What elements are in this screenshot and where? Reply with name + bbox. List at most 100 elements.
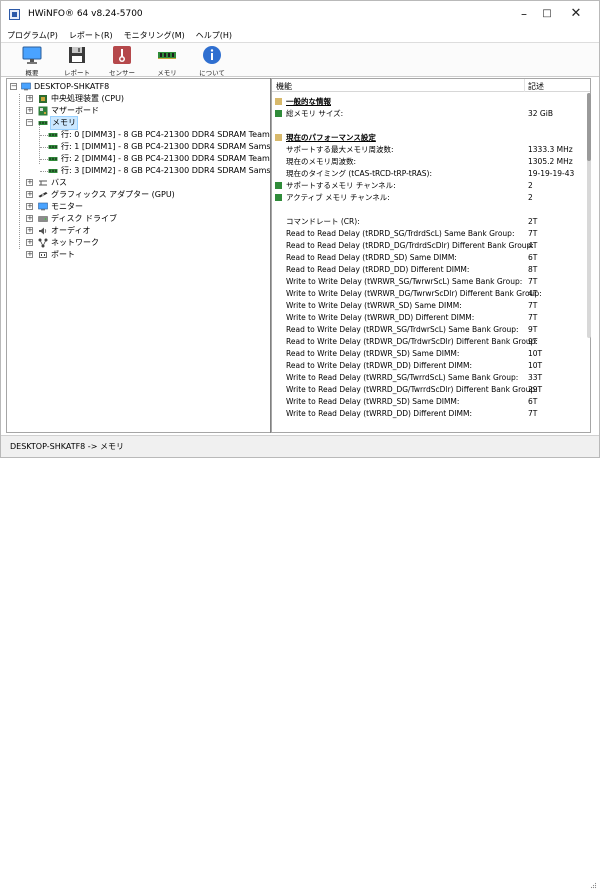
toolbar: 概要 レポート センサー メモリ について: [1, 42, 599, 77]
tree-item-dimm-row-2[interactable]: 行: 2 [DIMM4] - 8 GB PC4-21300 DDR4 SDRAM…: [48, 153, 270, 165]
detail-row[interactable]: Read to Write Delay (tRDWR_SG/TrdwrScL) …: [272, 324, 590, 336]
detail-row[interactable]: Write to Read Delay (tWRRD_DG/TwrrdScDlr…: [272, 384, 590, 396]
detail-label: アクティブ メモリ チャンネル:: [286, 193, 390, 202]
detail-row[interactable]: Read to Write Delay (tRDWR_SD) Same DIMM…: [272, 348, 590, 360]
tree-label-monitor: モニター: [51, 202, 83, 211]
detail-row[interactable]: サポートする最大メモリ周波数: 1333.3 MHz: [272, 144, 590, 156]
expand-motherboard-icon[interactable]: +: [26, 107, 33, 114]
title-bar[interactable]: HWiNFO® 64 v8.24-5700 – □ ✕: [1, 1, 599, 28]
detail-row[interactable]: サポートするメモリ チャンネル: 2: [272, 180, 590, 192]
detail-label: Read to Write Delay (tRDWR_DD) Different…: [286, 361, 473, 370]
expand-audio-icon[interactable]: +: [26, 227, 33, 234]
tree-item-bus[interactable]: + バス: [26, 177, 266, 189]
memory-small-icon: [275, 110, 282, 117]
tree-item-dimm-row-1[interactable]: 行: 1 [DIMM1] - 8 GB PC4-21300 DDR4 SDRAM…: [48, 141, 270, 153]
collapse-memory-icon[interactable]: −: [26, 119, 33, 126]
sensor-button[interactable]: センサー: [101, 45, 143, 77]
bus-icon: [39, 180, 47, 186]
detail-row[interactable]: Read to Write Delay (tRDWR_DD) Different…: [272, 360, 590, 372]
menu-monitoring[interactable]: モニタリング(M): [124, 30, 185, 41]
report-label: レポート: [64, 69, 90, 77]
tree-root-row[interactable]: − DESKTOP-SHKATF8: [10, 81, 265, 93]
detail-row[interactable]: Write to Write Delay (tWRWR_DD) Differen…: [272, 312, 590, 324]
detail-row[interactable]: Read to Read Delay (tRDRD_SD) Same DIMM:…: [272, 252, 590, 264]
tree-item-gpu[interactable]: + グラフィックス アダプター (GPU): [26, 189, 266, 201]
detail-row[interactable]: Read to Read Delay (tRDRD_DD) Different …: [272, 264, 590, 276]
detail-label: Write to Read Delay (tWRRD_SG/TwrrdScL) …: [286, 373, 519, 382]
detail-label: コマンドレート (CR):: [286, 217, 360, 226]
detail-label: Write to Write Delay (tWRWR_DD) Differen…: [286, 313, 475, 322]
detail-value: 2T: [528, 217, 538, 226]
report-button[interactable]: レポート: [56, 45, 98, 77]
detail-value: 7T: [528, 313, 538, 322]
tree-label-port: ポート: [51, 250, 75, 259]
tree-item-port[interactable]: + ポート: [26, 249, 266, 261]
expand-bus-icon[interactable]: +: [26, 179, 33, 186]
menu-bar: プログラム(P) レポート(R) モニタリング(M) ヘルプ(H): [1, 28, 599, 42]
resize-grip-icon[interactable]: [589, 882, 597, 890]
detail-value: 29T: [528, 385, 543, 394]
menu-report[interactable]: レポート(R): [69, 30, 113, 41]
detail-row[interactable]: Write to Write Delay (tWRWR_DG/TwrwrScDl…: [272, 288, 590, 300]
minimize-button[interactable]: –: [512, 6, 536, 22]
detail-row[interactable]: アクティブ メモリ チャンネル: 2: [272, 192, 590, 204]
detail-row[interactable]: Write to Read Delay (tWRRD_SD) Same DIMM…: [272, 396, 590, 408]
floppy-disk-icon: [69, 47, 85, 63]
detail-row[interactable]: 現在のタイミング (tCAS-tRCD-tRP-tRAS): 19-19-19-…: [272, 168, 590, 180]
detail-value: 4T: [528, 241, 538, 250]
detail-row[interactable]: Write to Write Delay (tWRWR_SG/TwrwrScL)…: [272, 276, 590, 288]
about-button[interactable]: について: [191, 45, 233, 77]
detail-value: 1305.2 MHz: [528, 157, 573, 166]
tree-item-memory[interactable]: − メモリ: [26, 116, 266, 130]
tree-label-bus: バス: [51, 178, 67, 187]
section-performance: 現在のパフォーマンス設定: [272, 132, 590, 144]
detail-row[interactable]: Write to Write Delay (tWRWR_SD) Same DIM…: [272, 300, 590, 312]
detail-label: Read to Read Delay (tRDRD_DD) Different …: [286, 265, 470, 274]
expand-monitor-icon[interactable]: +: [26, 203, 33, 210]
maximize-button[interactable]: □: [535, 6, 559, 22]
expand-cpu-icon[interactable]: +: [26, 95, 33, 102]
expand-port-icon[interactable]: +: [26, 251, 33, 258]
details-panel[interactable]: 機能 記述 一般的な情報 総メモリ サイズ: 32 GiB 現在のパフォーマンス…: [271, 78, 591, 433]
details-scrollbar-thumb[interactable]: [587, 93, 591, 161]
detail-row[interactable]: Read to Read Delay (tRDRD_DG/TrdrdScDlr)…: [272, 240, 590, 252]
detail-row[interactable]: 現在のメモリ周波数: 1305.2 MHz: [272, 156, 590, 168]
detail-row[interactable]: コマンドレート (CR): 2T: [272, 216, 590, 228]
expand-network-icon[interactable]: +: [26, 239, 33, 246]
detail-row[interactable]: Write to Read Delay (tWRRD_SG/TwrrdScL) …: [272, 372, 590, 384]
tree-item-audio[interactable]: + オーディオ: [26, 225, 266, 237]
value-column-header[interactable]: 記述: [528, 81, 544, 92]
expand-disk-icon[interactable]: +: [26, 215, 33, 222]
menu-help[interactable]: ヘルプ(H): [196, 30, 232, 41]
tree-item-monitor[interactable]: + モニター: [26, 201, 266, 213]
details-scrollbar[interactable]: [587, 93, 591, 338]
menu-program[interactable]: プログラム(P): [7, 30, 58, 41]
hwinfo-window: HWiNFO® 64 v8.24-5700 – □ ✕ プログラム(P) レポー…: [0, 0, 600, 889]
tree-label-network: ネットワーク: [51, 238, 99, 247]
tree-item-disk[interactable]: + ディスク ドライブ: [26, 213, 266, 225]
detail-row[interactable]: 総メモリ サイズ: 32 GiB: [272, 108, 590, 120]
tree-label-dimm-row-1: 行: 1 [DIMM1] - 8 GB PC4-21300 DDR4 SDRAM…: [61, 142, 271, 151]
memory-button[interactable]: メモリ: [146, 45, 188, 77]
detail-value: 9T: [528, 325, 538, 334]
device-tree-panel[interactable]: − DESKTOP-SHKATF8 + 中央処理装置 (CPU) + マザーボー…: [6, 78, 271, 433]
tree-item-motherboard[interactable]: + マザーボード: [26, 105, 266, 117]
detail-row[interactable]: Write to Read Delay (tWRRD_DD) Different…: [272, 408, 590, 420]
detail-row[interactable]: Read to Read Delay (tRDRD_SG/TrdrdScL) S…: [272, 228, 590, 240]
tree-item-network[interactable]: + ネットワーク: [26, 237, 266, 249]
summary-button[interactable]: 概要: [11, 45, 53, 77]
tree-item-dimm-row-3[interactable]: 行: 3 [DIMM2] - 8 GB PC4-21300 DDR4 SDRAM…: [48, 165, 270, 177]
detail-label: Write to Write Delay (tWRWR_DG/TwrwrScDl…: [286, 289, 542, 298]
collapse-root-icon[interactable]: −: [10, 83, 17, 90]
thermometer-icon: [113, 46, 131, 64]
close-button[interactable]: ✕: [564, 6, 588, 22]
detail-value: 2: [528, 193, 533, 202]
feature-column-header[interactable]: 機能: [276, 81, 292, 92]
detail-row[interactable]: Read to Write Delay (tRDWR_DG/TrdwrScDlr…: [272, 336, 590, 348]
tree-item-cpu[interactable]: + 中央処理装置 (CPU): [26, 93, 266, 105]
expand-gpu-icon[interactable]: +: [26, 191, 33, 198]
detail-label: Write to Read Delay (tWRRD_SD) Same DIMM…: [286, 397, 460, 406]
tree-item-dimm-row-0[interactable]: 行: 0 [DIMM3] - 8 GB PC4-21300 DDR4 SDRAM…: [48, 129, 270, 141]
detail-value: 6T: [528, 397, 538, 406]
tree-label-disk: ディスク ドライブ: [51, 214, 117, 223]
